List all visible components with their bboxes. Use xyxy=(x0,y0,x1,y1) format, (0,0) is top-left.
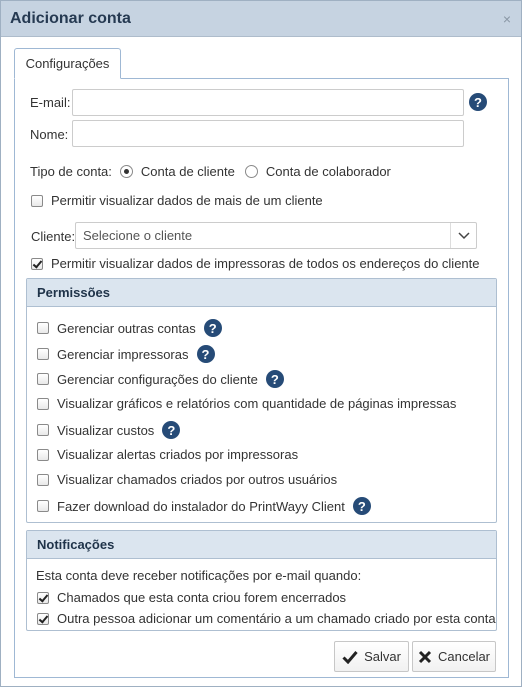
radio-conta-colaborador[interactable] xyxy=(244,165,258,178)
save-button-label: Salvar xyxy=(364,649,401,664)
permission-label: Fazer download do instalador do PrintWay… xyxy=(57,498,345,514)
email-field[interactable] xyxy=(72,89,464,116)
save-button[interactable]: Salvar xyxy=(334,641,409,672)
permission-label: Visualizar custos xyxy=(57,422,155,438)
permission-label: Visualizar alertas criados por impressor… xyxy=(57,447,299,462)
notifications-panel: Notificações Esta conta deve receber not… xyxy=(26,530,497,631)
help-icon[interactable]: ? xyxy=(352,497,371,515)
x-icon xyxy=(418,650,432,663)
name-field[interactable] xyxy=(72,120,464,147)
help-icon[interactable]: ? xyxy=(469,93,487,111)
multi-client-checkbox[interactable] xyxy=(31,194,43,207)
radio-conta-colaborador-label[interactable]: Conta de colaborador xyxy=(266,164,391,179)
email-label: E-mail: xyxy=(30,95,71,110)
all-addresses-checkbox[interactable] xyxy=(31,257,43,270)
permission-label: Gerenciar outras contas xyxy=(57,320,196,336)
multi-client-label: Permitir visualizar dados de mais de um … xyxy=(51,193,323,208)
permission-item[interactable]: Gerenciar impressoras ? xyxy=(37,345,215,363)
client-select-placeholder: Selecione o cliente xyxy=(83,228,193,243)
cancel-button[interactable]: Cancelar xyxy=(412,641,496,672)
cancel-button-label: Cancelar xyxy=(437,649,491,664)
permission-item[interactable]: Fazer download do instalador do PrintWay… xyxy=(37,497,371,515)
tab-configuracoes[interactable]: Configurações xyxy=(14,48,121,79)
notification-checkbox[interactable] xyxy=(37,591,49,604)
permissions-panel: Permissões Gerenciar outras contas ? Ger… xyxy=(26,278,497,523)
permission-checkbox[interactable] xyxy=(37,424,49,436)
permission-item[interactable]: Visualizar gráficos e relatórios com qua… xyxy=(37,396,456,411)
permission-checkbox[interactable] xyxy=(37,397,49,410)
permission-checkbox[interactable] xyxy=(37,500,49,512)
radio-conta-cliente[interactable] xyxy=(119,165,133,178)
tab-panel-configuracoes: E-mail: ? Nome: Tipo de conta: Conta de … xyxy=(14,78,509,678)
notifications-title: Notificações xyxy=(27,531,496,559)
permission-checkbox[interactable] xyxy=(37,322,49,334)
permission-label: Visualizar chamados criados por outros u… xyxy=(57,472,338,487)
help-icon[interactable]: ? xyxy=(203,319,222,337)
dialog-title: Adicionar conta xyxy=(10,9,131,27)
all-addresses-option[interactable]: Permitir visualizar dados de impressoras… xyxy=(31,256,480,271)
permission-checkbox[interactable] xyxy=(37,348,49,360)
check-icon xyxy=(342,650,358,664)
permission-label: Gerenciar impressoras xyxy=(57,346,189,362)
tab-bar: Configurações xyxy=(14,48,508,79)
account-type-group: Tipo de conta: Conta de cliente Conta de… xyxy=(30,164,391,179)
radio-conta-cliente-label[interactable]: Conta de cliente xyxy=(141,164,235,179)
notification-label: Chamados que esta conta criou forem ence… xyxy=(57,590,347,605)
close-icon[interactable]: × xyxy=(503,11,511,27)
notification-item[interactable]: Chamados que esta conta criou forem ence… xyxy=(37,590,346,605)
dialog-titlebar: Adicionar conta × xyxy=(1,1,521,37)
permissions-title: Permissões xyxy=(27,279,496,307)
chevron-down-icon[interactable] xyxy=(450,223,476,248)
notification-checkbox[interactable] xyxy=(37,612,49,625)
notifications-intro: Esta conta deve receber notificações por… xyxy=(36,568,362,583)
permission-item[interactable]: Gerenciar configurações do cliente ? xyxy=(37,370,284,388)
permission-label: Gerenciar configurações do cliente xyxy=(57,371,258,387)
multi-client-option[interactable]: Permitir visualizar dados de mais de um … xyxy=(31,193,323,208)
permission-item[interactable]: Visualizar chamados criados por outros u… xyxy=(37,472,337,487)
help-icon[interactable]: ? xyxy=(265,370,284,388)
name-label: Nome: xyxy=(30,127,69,142)
permission-label: Visualizar gráficos e relatórios com qua… xyxy=(57,396,457,411)
notification-label: Outra pessoa adicionar um comentário a u… xyxy=(57,611,496,626)
permission-checkbox[interactable] xyxy=(37,448,49,461)
account-type-label: Tipo de conta: xyxy=(30,164,112,179)
client-select[interactable]: Selecione o cliente xyxy=(75,222,477,249)
add-account-dialog: Adicionar conta × Configurações E-mail: … xyxy=(0,0,522,687)
client-label: Cliente: xyxy=(31,229,76,244)
permission-item[interactable]: Visualizar alertas criados por impressor… xyxy=(37,447,298,462)
help-icon[interactable]: ? xyxy=(196,345,215,363)
permission-checkbox[interactable] xyxy=(37,373,49,385)
help-icon[interactable]: ? xyxy=(162,421,181,439)
permission-checkbox[interactable] xyxy=(37,473,49,486)
notification-item[interactable]: Outra pessoa adicionar um comentário a u… xyxy=(37,611,496,626)
all-addresses-label: Permitir visualizar dados de impressoras… xyxy=(51,256,480,271)
permission-item[interactable]: Gerenciar outras contas ? xyxy=(37,319,222,337)
permission-item[interactable]: Visualizar custos ? xyxy=(37,421,181,439)
